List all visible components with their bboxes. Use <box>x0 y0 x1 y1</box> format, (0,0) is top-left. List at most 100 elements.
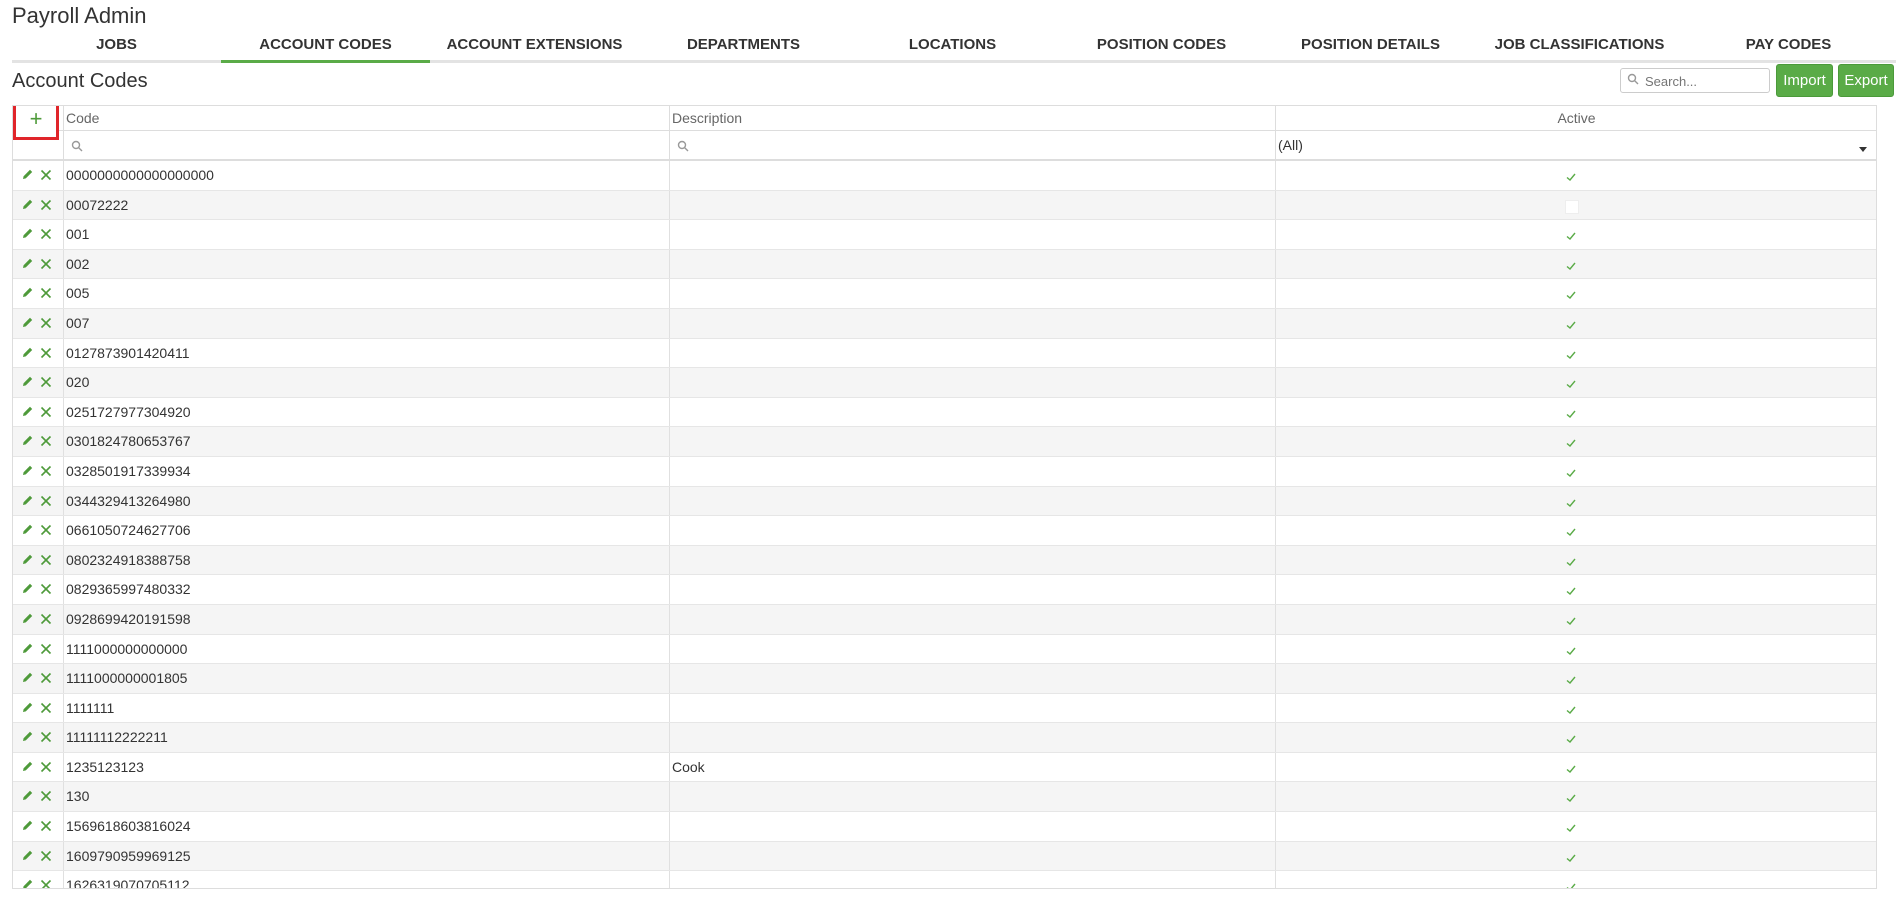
tab-job-classifications[interactable]: JOB CLASSIFICATIONS <box>1475 34 1684 60</box>
pencil-icon[interactable] <box>21 375 34 391</box>
close-icon[interactable] <box>40 671 52 687</box>
active-filter-select[interactable]: (All) <box>1275 131 1875 159</box>
table-row[interactable]: 1609790959969125 <box>13 841 1876 872</box>
pencil-icon[interactable] <box>21 701 34 717</box>
tab-departments[interactable]: DEPARTMENTS <box>639 34 848 60</box>
code-filter[interactable] <box>63 131 669 159</box>
close-icon[interactable] <box>40 494 52 510</box>
table-row[interactable]: 130 <box>13 782 1876 813</box>
pencil-icon[interactable] <box>21 346 34 362</box>
pencil-icon[interactable] <box>21 582 34 598</box>
description-filter[interactable] <box>669 131 1275 159</box>
add-row-button[interactable]: + <box>13 106 59 140</box>
table-row[interactable]: 005 <box>13 279 1876 309</box>
export-button[interactable]: Export <box>1838 64 1894 97</box>
close-icon[interactable] <box>40 464 52 480</box>
pencil-icon[interactable] <box>21 494 34 510</box>
table-row[interactable]: 0251727977304920 <box>13 397 1876 428</box>
pencil-icon[interactable] <box>21 730 34 746</box>
tab-position-details[interactable]: POSITION DETAILS <box>1266 34 1475 60</box>
tab-jobs[interactable]: JOBS <box>12 34 221 60</box>
table-row[interactable]: 1626319070705112 <box>13 871 1876 888</box>
tab-position-codes[interactable]: POSITION CODES <box>1057 34 1266 60</box>
scroll-down-arrow-icon[interactable]: ▼ <box>1875 878 1876 888</box>
tab-account-codes[interactable]: ACCOUNT CODES <box>221 34 430 63</box>
close-icon[interactable] <box>40 789 52 805</box>
close-icon[interactable] <box>40 878 52 888</box>
table-row[interactable]: 0301824780653767 <box>13 427 1876 457</box>
search-input[interactable] <box>1643 71 1767 91</box>
table-row[interactable]: 1111111 <box>13 693 1876 724</box>
pencil-icon[interactable] <box>21 819 34 835</box>
table-row[interactable]: 0344329413264980 <box>13 486 1876 517</box>
close-icon[interactable] <box>40 375 52 391</box>
table-row[interactable]: 007 <box>13 308 1876 339</box>
close-icon[interactable] <box>40 553 52 569</box>
pencil-icon[interactable] <box>21 523 34 539</box>
close-icon[interactable] <box>40 849 52 865</box>
pencil-icon[interactable] <box>21 405 34 421</box>
table-row[interactable]: 001 <box>13 220 1876 250</box>
close-icon[interactable] <box>40 642 52 658</box>
pencil-icon[interactable] <box>21 671 34 687</box>
table-row[interactable]: 0127873901420411 <box>13 338 1876 369</box>
pencil-icon[interactable] <box>21 760 34 776</box>
tab-locations[interactable]: LOCATIONS <box>848 34 1057 60</box>
table-row[interactable]: 0928699420191598 <box>13 604 1876 635</box>
close-icon[interactable] <box>40 730 52 746</box>
pencil-icon[interactable] <box>21 168 34 184</box>
close-icon[interactable] <box>40 582 52 598</box>
close-icon[interactable] <box>40 405 52 421</box>
table-row[interactable]: 0661050724627706 <box>13 516 1876 546</box>
table-row[interactable]: 1569618603816024 <box>13 812 1876 842</box>
tab-account-extensions[interactable]: ACCOUNT EXTENSIONS <box>430 34 639 60</box>
close-icon[interactable] <box>40 612 52 628</box>
close-icon[interactable] <box>40 434 52 450</box>
column-header-description[interactable]: Description <box>669 106 1275 130</box>
table-row[interactable]: 1111000000000000 <box>13 634 1876 665</box>
table-row[interactable]: 0328501917339934 <box>13 456 1876 487</box>
close-icon[interactable] <box>40 168 52 184</box>
table-row[interactable]: 1235123123 Cook <box>13 752 1876 783</box>
vertical-scrollbar[interactable]: ▲ ▼ <box>1875 161 1876 888</box>
column-header-active[interactable]: Active <box>1275 106 1875 130</box>
import-button[interactable]: Import <box>1776 64 1833 97</box>
table-row[interactable]: 1111000000001805 <box>13 664 1876 694</box>
table-row[interactable]: 0829365997480332 <box>13 575 1876 605</box>
pencil-icon[interactable] <box>21 642 34 658</box>
table-row[interactable]: 002 <box>13 249 1876 280</box>
table-row[interactable]: 0000000000000000000 <box>13 161 1876 191</box>
table-row[interactable]: 020 <box>13 368 1876 398</box>
pencil-icon[interactable] <box>21 464 34 480</box>
scroll-up-arrow-icon[interactable]: ▲ <box>1875 161 1876 173</box>
close-icon[interactable] <box>40 346 52 362</box>
table-row[interactable]: 00072222 <box>13 190 1876 221</box>
pencil-icon[interactable] <box>21 257 34 273</box>
table-row[interactable]: 0802324918388758 <box>13 545 1876 576</box>
close-icon[interactable] <box>40 760 52 776</box>
close-icon[interactable] <box>40 227 52 243</box>
pencil-icon[interactable] <box>21 227 34 243</box>
close-icon[interactable] <box>40 286 52 302</box>
pencil-icon[interactable] <box>21 789 34 805</box>
check-icon <box>1565 288 1577 300</box>
code-cell: 020 <box>63 368 669 397</box>
close-icon[interactable] <box>40 198 52 214</box>
close-icon[interactable] <box>40 819 52 835</box>
pencil-icon[interactable] <box>21 612 34 628</box>
pencil-icon[interactable] <box>21 434 34 450</box>
pencil-icon[interactable] <box>21 286 34 302</box>
column-header-code[interactable]: Code <box>63 106 669 130</box>
pencil-icon[interactable] <box>21 878 34 888</box>
app-title: Payroll Admin <box>12 3 147 28</box>
tab-pay-codes[interactable]: PAY CODES <box>1684 34 1893 60</box>
pencil-icon[interactable] <box>21 316 34 332</box>
pencil-icon[interactable] <box>21 849 34 865</box>
close-icon[interactable] <box>40 316 52 332</box>
table-row[interactable]: 11111112222211 <box>13 723 1876 753</box>
close-icon[interactable] <box>40 257 52 273</box>
pencil-icon[interactable] <box>21 553 34 569</box>
close-icon[interactable] <box>40 523 52 539</box>
close-icon[interactable] <box>40 701 52 717</box>
pencil-icon[interactable] <box>21 198 34 214</box>
